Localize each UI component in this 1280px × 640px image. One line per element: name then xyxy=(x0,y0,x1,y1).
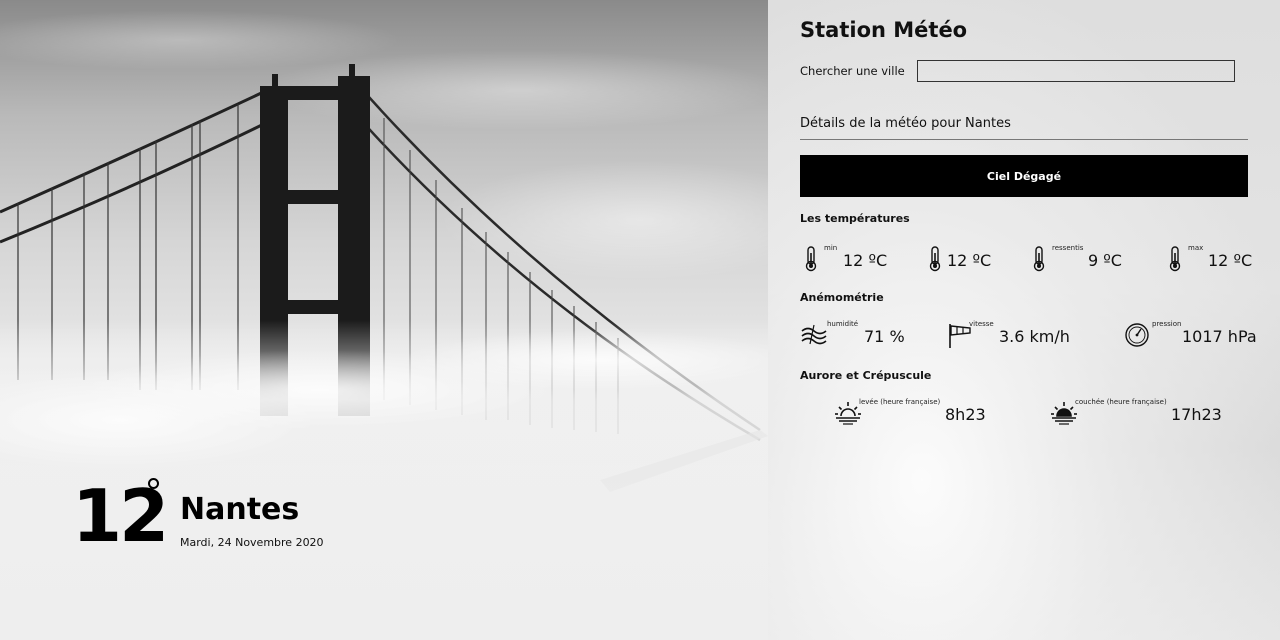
city-search-input[interactable] xyxy=(917,60,1235,82)
temp-max: max 12 ºC xyxy=(1168,244,1253,276)
temp-max-tag: max xyxy=(1188,244,1204,252)
sunrise-tag: levée (heure française) xyxy=(859,398,941,406)
temp-feels-like: ressentis 9 ºC xyxy=(1032,244,1132,276)
temp-min-tag: min xyxy=(824,244,838,252)
barometer-icon xyxy=(1125,323,1149,347)
thermometer-icon xyxy=(1033,246,1045,272)
pressure-stat: pression 1017 hPa xyxy=(1124,320,1257,352)
sunset-stat: couchée (heure française) 17h23 xyxy=(1050,398,1222,430)
sunrise-icon xyxy=(835,402,861,425)
sunset-value: 17h23 xyxy=(1171,405,1222,424)
temp-min-value: 12 ºC xyxy=(843,251,888,270)
pressure-value: 1017 hPa xyxy=(1182,327,1257,346)
sun-title: Aurore et Crépuscule xyxy=(800,369,932,382)
sunrise-value: 8h23 xyxy=(945,405,986,424)
humidity-value: 71 % xyxy=(864,327,905,346)
thermometer-icon xyxy=(1169,246,1181,272)
humidity-icon xyxy=(801,324,827,345)
anemometry-title: Anémométrie xyxy=(800,291,884,304)
details-divider xyxy=(800,139,1248,140)
current-date: Mardi, 24 Novembre 2020 xyxy=(180,536,324,549)
temp-current: 12 ºC xyxy=(928,246,1008,276)
wind-speed-value: 3.6 km/h xyxy=(999,327,1070,346)
thermometer-icon xyxy=(805,246,817,272)
current-weather-summary: 12 Nantes Mardi, 24 Novembre 2020 xyxy=(72,476,392,566)
wind-speed-stat: vitesse 3.6 km/h xyxy=(948,320,1088,352)
thermometer-icon xyxy=(929,246,941,272)
sky-condition-bar: Ciel Dégagé xyxy=(800,155,1248,197)
hero-background: 12 Nantes Mardi, 24 Novembre 2020 xyxy=(0,0,768,640)
details-heading: Détails de la météo pour Nantes xyxy=(800,116,1011,131)
temperatures-title: Les températures xyxy=(800,212,910,225)
wind-speed-tag: vitesse xyxy=(969,320,994,328)
weather-panel: Station Météo Chercher une ville Détails… xyxy=(768,0,1280,640)
panel-title: Station Météo xyxy=(800,18,968,42)
sunrise-stat: levée (heure française) 8h23 xyxy=(834,398,994,430)
search-label: Chercher une ville xyxy=(800,64,905,78)
pressure-tag: pression xyxy=(1152,320,1182,328)
temp-max-value: 12 ºC xyxy=(1208,251,1253,270)
temp-min: min 12 ºC xyxy=(804,244,894,276)
temp-current-value: 12 ºC xyxy=(947,251,992,270)
humidity-stat: humidité 71 % xyxy=(800,320,910,352)
sunset-tag: couchée (heure française) xyxy=(1075,398,1167,406)
humidity-tag: humidité xyxy=(827,320,859,328)
city-name: Nantes xyxy=(180,492,300,527)
temp-feels-like-tag: ressentis xyxy=(1052,244,1084,252)
sunset-icon xyxy=(1051,402,1077,425)
degree-symbol xyxy=(148,478,159,489)
temp-feels-like-value: 9 ºC xyxy=(1088,251,1122,270)
